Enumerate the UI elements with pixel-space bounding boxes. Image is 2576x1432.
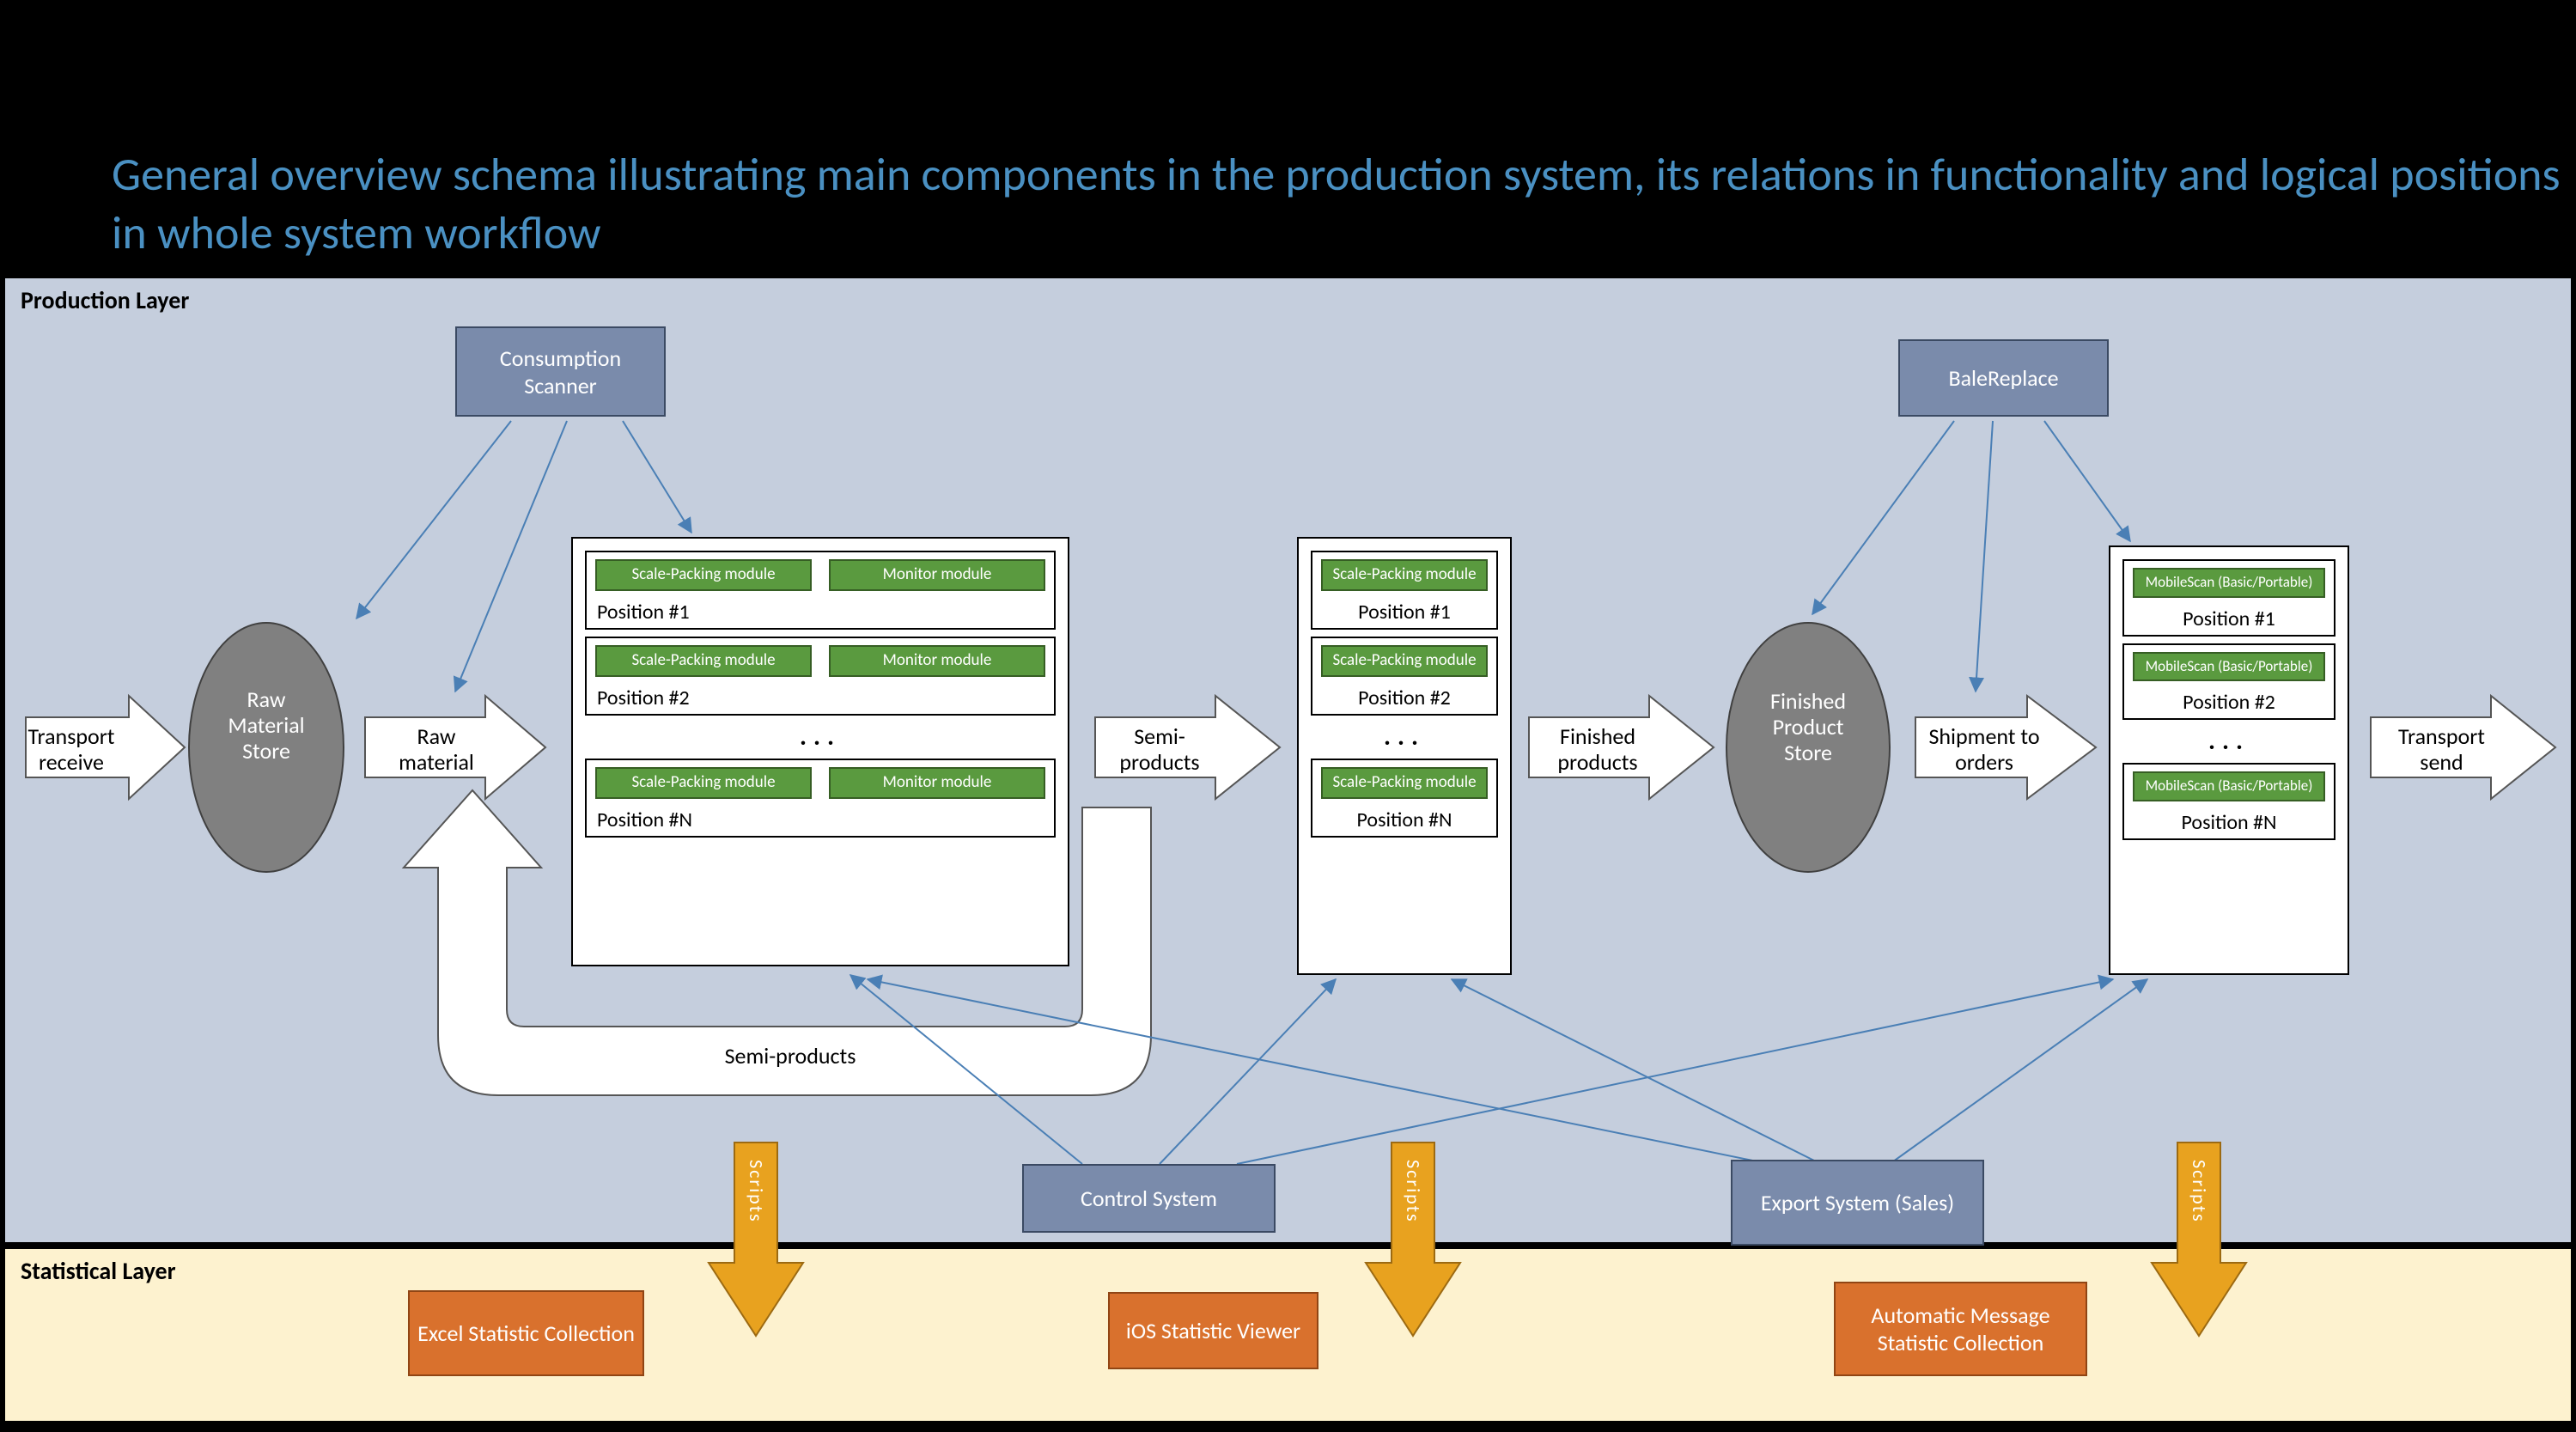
scale-packing-module: Scale-Packing module <box>595 767 812 799</box>
position-cn: MobileScan (Basic/Portable) Position #N <box>2122 763 2335 840</box>
position-label: Position #N <box>595 804 1045 834</box>
position-a1: Scale-Packing module Monitor module Posi… <box>585 551 1056 630</box>
export-system-node: Export System (Sales) <box>1731 1160 1984 1246</box>
scripts-label-3: Scripts <box>2188 1160 2211 1223</box>
position-b2: Scale-Packing module Position #2 <box>1311 637 1498 716</box>
raw-material-label: Raw material <box>385 724 488 776</box>
position-label: Position #1 <box>2133 603 2325 633</box>
scale-packing-module: Scale-Packing module <box>1321 559 1488 591</box>
mobilescan-module: MobileScan (Basic/Portable) <box>2133 771 2325 801</box>
position-label: Position #2 <box>2133 686 2325 716</box>
ellipsis: ... <box>800 722 841 752</box>
position-c1: MobileScan (Basic/Portable) Position #1 <box>2122 559 2335 637</box>
position-label: Position #1 <box>595 596 1045 626</box>
position-label: Position #N <box>1321 804 1488 834</box>
positions-group-b: Scale-Packing module Position #1 Scale-P… <box>1297 537 1512 975</box>
transport-send-label: Transport send <box>2384 724 2500 776</box>
position-label: Position #2 <box>1321 682 1488 712</box>
excel-statistic-node: Excel Statistic Collection <box>408 1290 644 1376</box>
raw-material-store-label: Raw Material Store <box>206 687 326 765</box>
ios-statistic-node: iOS Statistic Viewer <box>1108 1292 1318 1369</box>
position-b1: Scale-Packing module Position #1 <box>1311 551 1498 630</box>
transport-receive-label: Transport receive <box>15 724 127 776</box>
mobilescan-module: MobileScan (Basic/Portable) <box>2133 568 2325 598</box>
page-title: General overview schema illustrating mai… <box>112 146 2576 262</box>
position-a2: Scale-Packing module Monitor module Posi… <box>585 637 1056 716</box>
scale-packing-module: Scale-Packing module <box>595 645 812 677</box>
finished-products-label: Finished products <box>1542 724 1653 776</box>
position-an: Scale-Packing module Monitor module Posi… <box>585 759 1056 838</box>
finished-product-store-label: Finished Product Store <box>1744 689 1873 766</box>
positions-group-a: Scale-Packing module Monitor module Posi… <box>571 537 1069 966</box>
consumption-scanner-node: Consumption Scanner <box>455 326 666 417</box>
scale-packing-module: Scale-Packing module <box>1321 645 1488 677</box>
scripts-label-1: Scripts <box>745 1160 768 1223</box>
position-bn: Scale-Packing module Position #N <box>1311 759 1498 838</box>
scripts-label-2: Scripts <box>1402 1160 1425 1223</box>
scale-packing-module: Scale-Packing module <box>595 559 812 591</box>
ellipsis: ... <box>2208 727 2250 756</box>
monitor-module: Monitor module <box>829 645 1045 677</box>
automatic-message-node: Automatic Message Statistic Collection <box>1834 1282 2087 1376</box>
control-system-node: Control System <box>1022 1164 1276 1233</box>
statistical-layer-title: Statistical Layer <box>21 1256 176 1286</box>
mobilescan-module: MobileScan (Basic/Portable) <box>2133 652 2325 682</box>
shipment-label: Shipment to orders <box>1920 724 2049 776</box>
monitor-module: Monitor module <box>829 767 1045 799</box>
position-label: Position #1 <box>1321 596 1488 626</box>
recycle-label: Semi-products <box>722 1044 859 1069</box>
ellipsis: ... <box>1384 722 1425 752</box>
position-c2: MobileScan (Basic/Portable) Position #2 <box>2122 643 2335 721</box>
semi-products-label-top: Semi-products <box>1099 724 1220 776</box>
position-label: Position #2 <box>595 682 1045 712</box>
scale-packing-module: Scale-Packing module <box>1321 767 1488 799</box>
bale-replace-node: BaleReplace <box>1898 339 2109 417</box>
monitor-module: Monitor module <box>829 559 1045 591</box>
positions-group-c: MobileScan (Basic/Portable) Position #1 … <box>2109 545 2349 975</box>
production-layer-title: Production Layer <box>21 285 189 315</box>
position-label: Position #N <box>2133 807 2325 837</box>
